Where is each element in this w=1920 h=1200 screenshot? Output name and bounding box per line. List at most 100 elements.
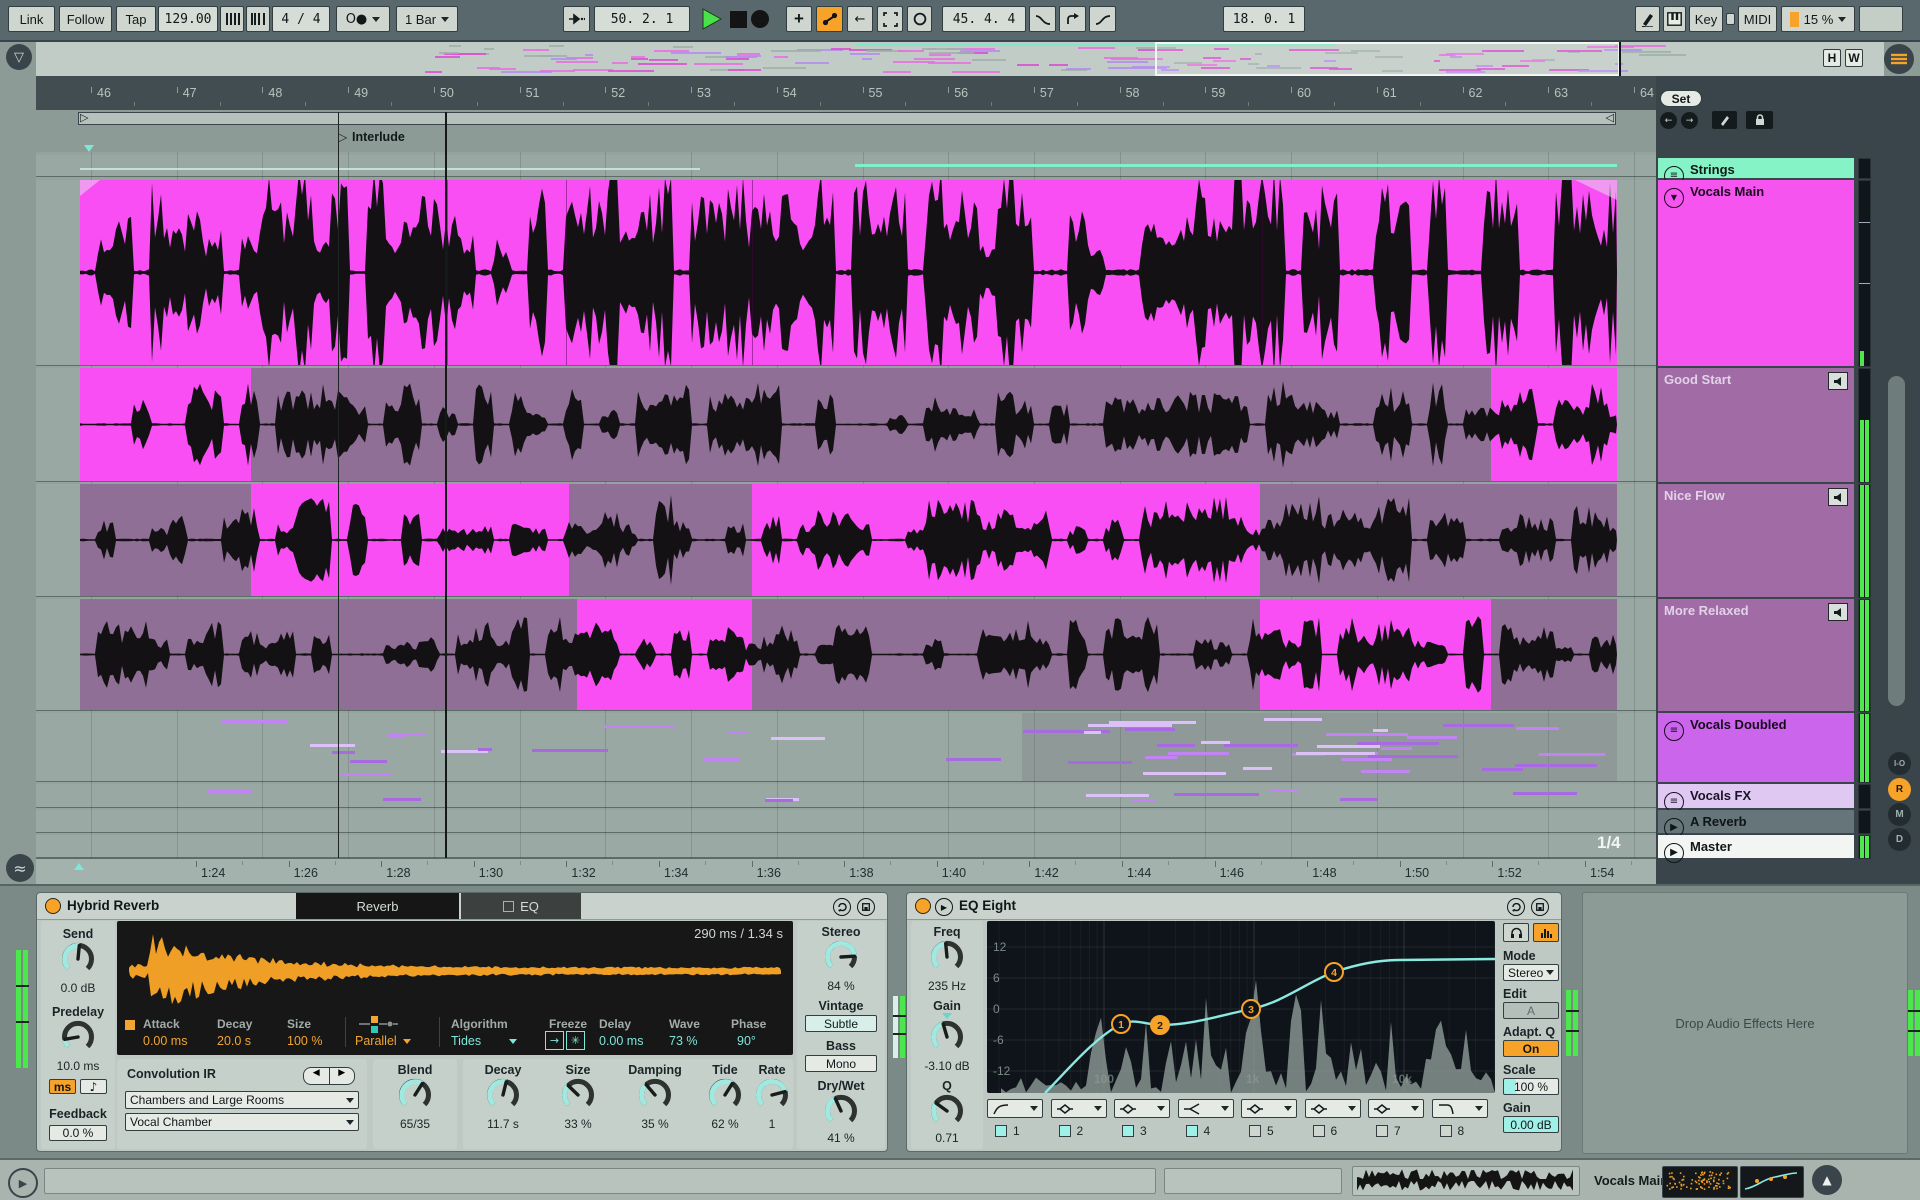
midi-note-streak[interactable] [1224,744,1298,747]
time-ruler[interactable]: 1:241:261:281:301:321:341:361:381:401:42… [36,858,1656,885]
scrub-marker-icon[interactable] [74,863,84,870]
locator-label[interactable]: Interlude [352,130,405,144]
device-thumbnail-reverb[interactable] [1662,1166,1738,1198]
midi-note-streak[interactable] [1157,744,1195,747]
midi-note-streak[interactable] [1407,736,1457,739]
midi-note-streak[interactable] [1243,767,1272,770]
pencil-toggle-button[interactable] [1712,111,1737,129]
audio-clip-vocals_main-0[interactable] [80,180,1617,365]
spectrum-toggle-button[interactable] [1533,923,1559,942]
midi-note-streak[interactable] [1086,794,1149,797]
predelay-sync-toggle[interactable]: ♪ [80,1079,107,1094]
save-preset-icon[interactable] [1531,898,1549,916]
midi-note-streak[interactable] [207,790,252,793]
band-enable-checkbox[interactable] [995,1125,1007,1137]
output-gain-value[interactable]: 0.00 dB [1503,1116,1559,1133]
lane-arev[interactable] [36,810,1656,833]
band-shape-selector[interactable] [987,1099,1043,1118]
loop-start-marker[interactable]: ▷ [80,111,88,124]
track-header-a-reverb[interactable]: ▶A Reverb [1658,810,1854,834]
midi-note-streak[interactable] [532,749,608,752]
midi-note-streak[interactable] [1201,741,1230,744]
band-enable-checkbox[interactable] [1376,1125,1388,1137]
rate-value[interactable]: 1 [751,1117,793,1131]
show-hide-device-view-button[interactable]: ▲ [1812,1165,1842,1195]
decay-value[interactable]: 20.0 s [217,1034,251,1048]
band-enable-checkbox[interactable] [1059,1125,1071,1137]
rate-knob[interactable] [753,1077,791,1120]
attack-handle-icon[interactable] [125,1020,135,1030]
midi-note-streak[interactable] [310,744,355,747]
dry-wet-value[interactable]: 41 % [797,1131,885,1145]
eq-enable-checkbox[interactable] [503,901,514,912]
mixer-badge-d[interactable]: D [1888,828,1911,851]
adapt-q-toggle[interactable]: On [1503,1040,1559,1057]
midi-note-streak[interactable] [383,798,421,801]
tide-value[interactable]: 62 % [695,1117,755,1131]
midi-note-streak[interactable] [340,773,391,776]
midi-note-streak[interactable] [478,748,492,751]
midi-note-streak[interactable] [946,758,1001,761]
damping-knob[interactable] [636,1077,674,1120]
time-signature-field[interactable]: 4 / 4 [272,6,330,32]
lane-master[interactable] [36,835,1656,858]
audio-clip-more_relaxed-1[interactable] [577,599,752,710]
next-ir-button[interactable]: ▶ [330,1068,355,1084]
locator-lane[interactable]: ▷ Interlude [36,126,1656,153]
midi-note-streak[interactable] [1132,799,1156,802]
save-preset-icon[interactable] [857,898,875,916]
hybrid-reverb-titlebar[interactable]: Hybrid Reverb Reverb EQ [37,893,887,920]
midi-note-streak[interactable] [704,758,740,761]
arrangement-track-lanes[interactable] [36,152,1656,858]
clip-overview-strip[interactable] [1352,1166,1580,1196]
follow-button[interactable]: Follow [59,6,112,32]
menu-icon[interactable]: ≡ [1664,792,1684,812]
midi-note-streak[interactable] [222,720,287,723]
track-header-more-relaxed[interactable]: More Relaxed [1658,599,1854,712]
freq-value[interactable]: 235 Hz [911,979,983,993]
track-header-vocals-doubled[interactable]: ≡Vocals Doubled [1658,713,1854,783]
eq-curve-display[interactable]: 1260-6-121001k10k1234 [987,921,1495,1093]
punch-out-button[interactable] [1089,6,1116,32]
audio-clip-nice_flow-2[interactable] [569,484,752,596]
optimize-height-button[interactable]: H [1823,49,1841,67]
clip-fade-in[interactable] [80,180,100,196]
automation-arm-button[interactable] [816,6,843,32]
arrangement-position-field[interactable]: 50. 2. 1 [594,6,690,32]
tap-tempo-button[interactable]: Tap [116,6,156,32]
q-knob[interactable] [928,1093,966,1136]
bass-mono-selector[interactable]: Mono [805,1055,877,1072]
device-drop-area[interactable]: Drop Audio Effects Here [1582,892,1908,1154]
stereo-value[interactable]: 84 % [797,979,885,993]
draw-mode-button[interactable] [1635,6,1660,32]
audio-clip-more_relaxed-3[interactable] [1260,599,1491,710]
band-enable-checkbox[interactable] [1249,1125,1261,1137]
midi-note-streak[interactable] [1317,745,1380,748]
hot-swap-icon[interactable] [1507,898,1525,916]
routing-selector[interactable]: Parallel [355,1034,411,1048]
midi-note-streak[interactable] [350,760,387,763]
tempo-field[interactable]: 129.00 [158,6,218,32]
band-shape-selector[interactable] [1178,1099,1234,1118]
locator-flag-icon[interactable]: ▷ [338,130,347,144]
track-header-master[interactable]: ▶Master [1658,835,1854,859]
stereo-knob[interactable] [822,939,860,982]
freq-knob[interactable] [928,939,966,982]
attack-value[interactable]: 0.00 ms [143,1034,187,1048]
loop-brace[interactable]: ▷ ◁ [78,112,1616,125]
beat-time-ruler[interactable]: 46474849505152535455565758596061626364 [36,76,1656,110]
midi-note-streak[interactable] [1296,752,1375,755]
follow-playhead-button[interactable] [563,6,590,32]
midi-note-streak[interactable] [1515,764,1597,767]
predelay-ms-toggle[interactable]: ms [49,1079,76,1094]
midi-note-streak[interactable] [332,751,355,754]
midi-note-streak[interactable] [1145,756,1177,759]
clip-fade-out[interactable] [1575,180,1617,200]
midi-note-streak[interactable] [1482,768,1523,771]
take-lane-audition-button[interactable] [1828,488,1848,506]
midi-note-streak[interactable] [1368,755,1458,758]
band-enable-checkbox[interactable] [1122,1125,1134,1137]
midi-note-streak[interactable] [765,799,793,802]
eq-eight-titlebar[interactable]: ▶ EQ Eight [907,893,1561,920]
lock-envelopes-button[interactable] [1746,111,1773,129]
